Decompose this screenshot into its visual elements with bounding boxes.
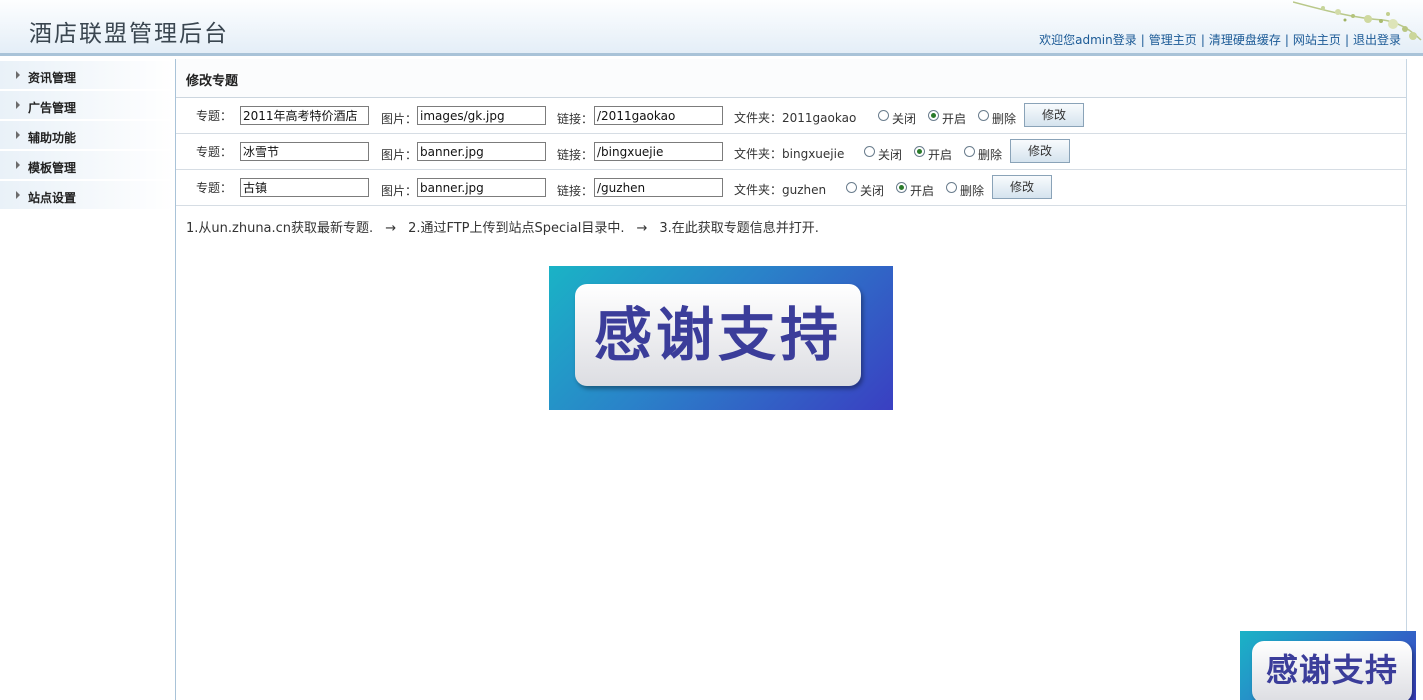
delete-label: 删除 [978, 148, 1003, 162]
folder-prefix: 文件夹： [734, 183, 783, 197]
image-label: 图片： [381, 184, 418, 198]
caret-right-icon [16, 101, 20, 109]
folder-label: 文件夹：guzhen [734, 181, 826, 198]
open-label: 开启 [928, 148, 953, 162]
topic-row: 专题： 图片： 链接： 文件夹：guzhen 关闭 开启 删除 修改 [176, 169, 1406, 206]
link-label: 链接： [557, 184, 594, 198]
site-home-link[interactable]: 网站主页 [1293, 33, 1341, 47]
link-label: 链接： [557, 148, 594, 162]
separator: | [1344, 33, 1349, 47]
logout-link[interactable]: 退出登录 [1353, 33, 1401, 47]
close-radio[interactable] [846, 182, 857, 193]
admin-home-link[interactable]: 管理主页 [1149, 33, 1197, 47]
close-label: 关闭 [892, 112, 917, 126]
folder-value: bingxuejie [782, 147, 845, 161]
link-input[interactable] [594, 106, 723, 125]
top-links: 欢迎您admin登录 | 管理主页 | 清理硬盘缓存 | 网站主页 | 退出登录 [1039, 31, 1401, 48]
caret-right-icon [16, 191, 20, 199]
delete-label: 删除 [960, 184, 985, 198]
thanks-banner[interactable]: 感谢支持 [549, 266, 893, 410]
image-label: 图片： [381, 112, 418, 126]
step-2: 2.通过FTP上传到站点Special目录中. [408, 221, 625, 236]
topic-input[interactable] [240, 142, 369, 161]
link-label: 链接： [557, 112, 594, 126]
sidebar: 资讯管理 广告管理 辅助功能 模板管理 站点设置 [0, 59, 176, 700]
modify-button[interactable]: 修改 [1024, 103, 1084, 127]
open-label: 开启 [942, 112, 967, 126]
caret-right-icon [16, 71, 20, 79]
folder-label: 文件夹：2011gaokao [734, 109, 856, 126]
step-3: 3.在此获取专题信息并打开. [659, 221, 819, 236]
sidebar-item-label: 辅助功能 [28, 131, 77, 145]
image-label: 图片： [381, 148, 418, 162]
link-input[interactable] [594, 178, 723, 197]
separator: | [1140, 33, 1145, 47]
folder-prefix: 文件夹： [734, 147, 783, 161]
modify-button[interactable]: 修改 [1010, 139, 1070, 163]
clear-cache-link[interactable]: 清理硬盘缓存 [1209, 33, 1281, 47]
sidebar-item-ads[interactable]: 广告管理 [0, 91, 175, 120]
sidebar-item-label: 广告管理 [28, 101, 77, 115]
image-input[interactable] [417, 178, 546, 197]
delete-radio[interactable] [978, 110, 989, 121]
sidebar-item-templates[interactable]: 模板管理 [0, 151, 175, 180]
delete-radio[interactable] [964, 146, 975, 157]
folder-prefix: 文件夹： [734, 111, 783, 125]
open-radio[interactable] [896, 182, 907, 193]
separator: | [1200, 33, 1205, 47]
sidebar-item-news[interactable]: 资讯管理 [0, 61, 175, 90]
image-input[interactable] [417, 106, 546, 125]
caret-right-icon [16, 161, 20, 169]
topic-label: 专题： [196, 181, 233, 195]
sidebar-item-label: 站点设置 [28, 191, 77, 205]
sidebar-item-site-settings[interactable]: 站点设置 [0, 181, 175, 210]
topic-input[interactable] [240, 178, 369, 197]
arrow-right-icon: → [636, 221, 648, 236]
close-label: 关闭 [878, 148, 903, 162]
header: 酒店联盟管理后台 欢迎您admin登录 | 管理主页 | 清理硬盘缓存 | 网站主页 | 退出登… [0, 0, 1423, 56]
floating-thanks-banner[interactable]: 感谢支持 [1240, 631, 1416, 700]
welcome-link[interactable]: 欢迎您admin登录 [1039, 33, 1137, 47]
floating-thanks-banner-text: 感谢支持 [1252, 641, 1412, 700]
open-radio[interactable] [914, 146, 925, 157]
thanks-banner-text: 感谢支持 [575, 284, 861, 386]
topic-row: 专题： 图片： 链接： 文件夹：bingxuejie 关闭 开启 删除 修改 [176, 133, 1406, 170]
title-bar: 修改专题 [176, 59, 1406, 98]
topic-label: 专题： [196, 109, 233, 123]
sidebar-item-tools[interactable]: 辅助功能 [0, 121, 175, 150]
right-border [1406, 59, 1407, 700]
folder-label: 文件夹：bingxuejie [734, 145, 844, 162]
sidebar-item-label: 资讯管理 [28, 71, 77, 85]
delete-radio[interactable] [946, 182, 957, 193]
topic-label: 专题： [196, 145, 233, 159]
topic-input[interactable] [240, 106, 369, 125]
open-label: 开启 [910, 184, 935, 198]
modify-button[interactable]: 修改 [992, 175, 1052, 199]
open-radio[interactable] [928, 110, 939, 121]
link-input[interactable] [594, 142, 723, 161]
folder-value: guzhen [782, 183, 827, 197]
instructions: 1.从un.zhuna.cn获取最新专题. → 2.通过FTP上传到站点Specia… [186, 217, 819, 236]
close-radio[interactable] [878, 110, 889, 121]
topic-row: 专题： 图片： 链接： 文件夹：2011gaokao 关闭 开启 删除 修改 [176, 97, 1406, 134]
delete-label: 删除 [992, 112, 1017, 126]
step-1: 1.从un.zhuna.cn获取最新专题. [186, 221, 374, 236]
site-title: 酒店联盟管理后台 [29, 21, 229, 47]
sidebar-item-label: 模板管理 [28, 161, 77, 175]
close-label: 关闭 [860, 184, 885, 198]
page-title: 修改专题 [186, 74, 239, 89]
arrow-right-icon: → [385, 221, 397, 236]
separator: | [1284, 33, 1289, 47]
image-input[interactable] [417, 142, 546, 161]
close-radio[interactable] [864, 146, 875, 157]
caret-right-icon [16, 131, 20, 139]
folder-value: 2011gaokao [782, 111, 857, 125]
